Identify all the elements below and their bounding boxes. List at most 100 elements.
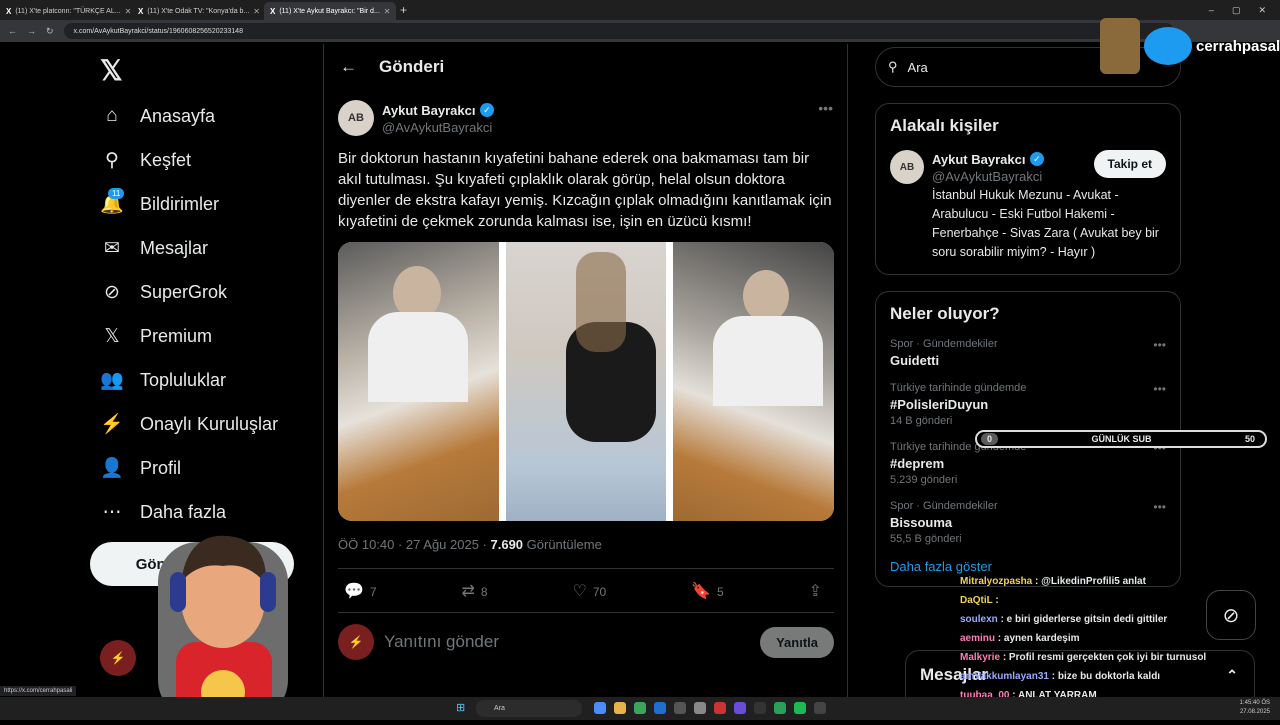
share-action[interactable]: ⇪: [809, 581, 828, 601]
post-meta: ÖÖ 10:40 · 27 Ağu 2025 · 7.690 Görüntüle…: [338, 537, 602, 552]
app-icon[interactable]: [734, 702, 746, 714]
more-options-icon[interactable]: •••: [1153, 382, 1166, 396]
avatar: ⚡: [100, 640, 136, 676]
chat-user: aeminu: [960, 633, 996, 644]
trend-item[interactable]: Türkiye tarihinde gündemde #PolisleriDuyu…: [890, 382, 1166, 427]
sidebar-item-label: Onaylı Kuruluşlar: [140, 413, 279, 434]
verified-badge-icon: ✓: [479, 103, 494, 118]
grok-icon: ⊘: [104, 281, 120, 303]
browser-tab[interactable]: X (11) X'te Odak TV: "Konya'da b... ✕: [132, 2, 264, 20]
like-action[interactable]: ♡ 70: [572, 581, 606, 601]
card-title: Alakalı kişiler: [890, 116, 999, 135]
x-logo-icon[interactable]: 𝕏: [100, 54, 123, 87]
chat-text: : Profil resmi gerçekten çok iyi bir tur…: [1002, 652, 1207, 663]
address-bar-row: ← → ↻ x.com/AvAykutBayrakci/status/19606…: [0, 20, 1280, 42]
back-arrow-icon[interactable]: ←: [8, 26, 17, 36]
taskbar-clock[interactable]: 1:45:40 ÖS 27.08.2025: [1240, 699, 1270, 717]
close-tab-icon[interactable]: ✕: [125, 7, 132, 16]
app-icon[interactable]: [774, 702, 786, 714]
author-avatar[interactable]: AB: [338, 100, 374, 136]
sidebar-item-premium[interactable]: 𝕏 Premium: [90, 314, 320, 358]
more-options-icon[interactable]: •••: [1153, 500, 1166, 514]
repost-action[interactable]: ⇄ 8: [462, 581, 488, 601]
x-favicon-icon: X: [6, 6, 12, 16]
x-icon: 𝕏: [104, 325, 120, 347]
brand-name: cerrahpasali: [1196, 37, 1280, 55]
account-switcher[interactable]: ⚡: [100, 640, 136, 676]
post-text: Bir doktorun hastanın kıyafetini bahane …: [338, 150, 832, 230]
tab-label: (11) X'te Aykut Bayrakcı: "Bir d...: [279, 7, 380, 15]
app-icon[interactable]: [754, 702, 766, 714]
forward-arrow-icon[interactable]: →: [27, 26, 36, 36]
chat-message: Mitralyozpasha : @LikedinProfili5 anlat: [960, 572, 1230, 591]
trend-item[interactable]: Spor · Gündemdekiler Bissouma 55,5 B gönde…: [890, 500, 1166, 545]
sidebar-item-label: Daha fazla: [140, 501, 227, 522]
author-name[interactable]: Aykut Bayrakcı: [382, 103, 475, 118]
mail-icon: ✉: [104, 237, 120, 259]
back-arrow-icon[interactable]: ←: [340, 57, 357, 77]
browser-tab[interactable]: X (11) X'te platconn: "TÜRKÇE AL... ✕: [0, 2, 132, 20]
post-time[interactable]: ÖÖ 10:40 · 27 Ağu 2025 ·: [338, 537, 491, 552]
windows-start-icon[interactable]: ⊞: [456, 701, 465, 714]
maximize-icon[interactable]: ▢: [1232, 5, 1241, 16]
app-icon[interactable]: [674, 702, 686, 714]
chat-user: Malkyrie: [960, 652, 1001, 663]
app-icon[interactable]: [814, 702, 826, 714]
sidebar-item-label: Profil: [140, 457, 182, 478]
sidebar-item-home[interactable]: ⌂ Anasayfa: [90, 94, 320, 138]
like-count: 70: [592, 584, 607, 599]
trend-count: 14 B gönderi: [890, 415, 953, 427]
app-icon[interactable]: [594, 702, 606, 714]
author-handle[interactable]: @AvAykutBayrakci: [382, 120, 494, 135]
app-icon[interactable]: [654, 702, 666, 714]
app-icon[interactable]: [694, 702, 706, 714]
twitter-bird-icon: [1144, 27, 1192, 65]
url-input[interactable]: x.com/AvAykutBayrakci/status/19606082565…: [63, 23, 1174, 39]
chat-message: soulexn : e biri giderlerse gitsin dedi …: [960, 610, 1230, 629]
app-icon[interactable]: [634, 702, 646, 714]
trend-context: Türkiye tarihinde gündemde: [890, 382, 1027, 394]
follow-button[interactable]: Takip et: [1093, 150, 1166, 178]
sidebar-item-profile[interactable]: 👤 Profil: [90, 446, 320, 490]
sidebar-item-supergrok[interactable]: ⊘ SuperGrok: [90, 270, 320, 314]
chat-user: soulexn: [960, 614, 998, 625]
sidebar-item-communities[interactable]: 👥 Topluluklar: [90, 358, 320, 402]
app-icon[interactable]: [794, 702, 806, 714]
person-handle[interactable]: @AvAykutBayrakci: [932, 169, 1044, 184]
browser-tab-active[interactable]: X (11) X'te Aykut Bayrakcı: "Bir d... ✕: [264, 2, 396, 20]
person-name[interactable]: Aykut Bayrakcı: [932, 152, 1025, 167]
more-options-icon[interactable]: •••: [818, 100, 833, 116]
sidebar-item-messages[interactable]: ✉ Mesajlar: [90, 226, 320, 270]
close-window-icon[interactable]: ✕: [1258, 5, 1266, 16]
chat-text: :: [995, 595, 999, 606]
reload-icon[interactable]: ↻: [46, 26, 54, 37]
x-favicon-icon: X: [270, 6, 276, 16]
reply-action[interactable]: 💬 7: [344, 581, 377, 601]
search-icon: ⚲: [105, 149, 119, 171]
sidebar-item-explore[interactable]: ⚲ Keşfet: [90, 138, 320, 182]
sidebar-item-notifications[interactable]: 🔔 11 Bildirimler: [90, 182, 320, 226]
app-icon[interactable]: [614, 702, 626, 714]
sidebar-item-verified-orgs[interactable]: ⚡ Onaylı Kuruluşlar: [90, 402, 320, 446]
related-people-card: Alakalı kişiler AB Aykut Bayrakcı ✓ @AvA…: [875, 103, 1181, 275]
post-author[interactable]: AB Aykut Bayrakcı ✓ @AvAykutBayrakci: [338, 100, 494, 136]
close-tab-icon[interactable]: ✕: [253, 7, 260, 16]
close-tab-icon[interactable]: ✕: [384, 7, 391, 16]
trend-count: 55,5 B gönderi: [890, 533, 962, 545]
headset-shape: [260, 572, 276, 612]
minimize-icon[interactable]: –: [1209, 5, 1214, 16]
reply-input[interactable]: Yanıtını gönder: [384, 632, 499, 652]
author-avatar[interactable]: AB: [890, 150, 924, 184]
bookmark-action[interactable]: 🔖 5: [691, 581, 724, 601]
search-placeholder: Ara: [907, 59, 928, 75]
new-tab-button[interactable]: +: [400, 3, 407, 17]
reply-button[interactable]: Yanıtla: [760, 626, 834, 658]
taskbar-search[interactable]: Ara: [476, 700, 582, 717]
reply-composer: ⚡ Yanıtını gönder Yanıtla: [338, 624, 834, 660]
more-options-icon[interactable]: •••: [1153, 338, 1166, 352]
related-person[interactable]: AB Aykut Bayrakcı ✓ @AvAykutBayrakci Tak…: [890, 150, 1166, 262]
post-media[interactable]: [338, 242, 834, 521]
chat-message: Malkyrie : Profil resmi gerçekten çok iy…: [960, 648, 1230, 667]
app-icon[interactable]: [714, 702, 726, 714]
trend-item[interactable]: Spor · Gündemdekiler Guidetti •••: [890, 338, 1166, 368]
